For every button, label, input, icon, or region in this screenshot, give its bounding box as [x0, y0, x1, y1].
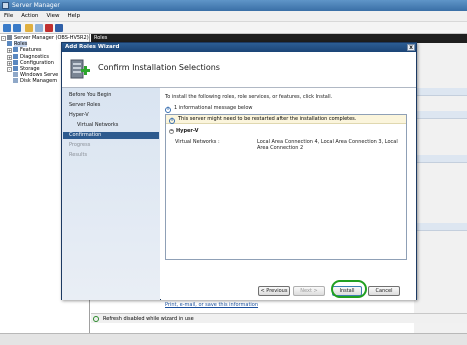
- instruction-text: To install the following roles, role ser…: [165, 94, 333, 100]
- wizard-step[interactable]: Confirmation: [63, 132, 159, 139]
- window-bottom-edge: [0, 333, 467, 345]
- back-arrow-icon[interactable]: [3, 24, 11, 32]
- wizard-step[interactable]: Server Roles: [69, 102, 100, 108]
- tree-item-label: Roles: [14, 41, 28, 48]
- refresh-icon: [93, 316, 99, 322]
- roles-summary-panel: [414, 43, 467, 333]
- confirmation-list[interactable]: i This server might need to be restarted …: [165, 114, 407, 260]
- wizard-step[interactable]: Virtual Networks: [77, 122, 118, 128]
- collapse-chevron-icon[interactable]: ^: [169, 129, 174, 134]
- tree-node-icon: [7, 35, 12, 40]
- info-icon: i: [169, 118, 175, 124]
- menu-bar: File Action View Help: [0, 11, 467, 22]
- tree-node-icon: [13, 72, 18, 78]
- forward-arrow-icon[interactable]: [13, 24, 21, 32]
- previous-button[interactable]: < Previous: [258, 286, 290, 296]
- tree-item-label: Disk Managem: [20, 78, 58, 85]
- help-icon[interactable]: [45, 24, 53, 32]
- toolbar: [0, 22, 467, 34]
- hyper-v-section-label: Hyper-V: [176, 128, 199, 134]
- info-icon: i: [165, 107, 171, 113]
- server-manager-titlebar: Server Manager: [0, 0, 467, 11]
- screen: Server Manager File Action View Help - Serve…: [0, 0, 467, 345]
- add-roles-wizard-dialog: Add Roles Wizard x Confirm Installation …: [61, 42, 417, 308]
- menu-action[interactable]: Action: [17, 11, 42, 22]
- tree-node-icon: [13, 59, 18, 65]
- install-highlight-ring: [331, 280, 367, 298]
- virtual-networks-value: Local Area Connection 4, Local Area Conn…: [257, 139, 398, 151]
- wizard-title: Add Roles Wizard: [65, 44, 120, 50]
- next-button[interactable]: Next >: [293, 286, 325, 296]
- close-icon[interactable]: x: [407, 44, 415, 51]
- info-message: i1 informational message below: [165, 105, 253, 113]
- show-hide-tree-icon[interactable]: [35, 24, 43, 32]
- wizard-step: Results: [69, 152, 88, 158]
- wizard-step[interactable]: Before You Begin: [69, 92, 111, 98]
- tree-item-label: Storage: [20, 66, 40, 73]
- tree-node-icon: [13, 53, 18, 59]
- hyper-v-section-heading[interactable]: ^ Hyper-V: [169, 128, 198, 134]
- wizard-step[interactable]: Hyper-V: [69, 112, 89, 118]
- tree-node-icon: [7, 41, 12, 47]
- tree-item-label: Diagnostics: [20, 53, 50, 60]
- wizard-step: Progress: [69, 142, 91, 148]
- server-manager-icon: [2, 2, 9, 9]
- wizard-titlebar: Add Roles Wizard x: [62, 43, 416, 52]
- virtual-networks-label: Virtual Networks :: [175, 139, 220, 145]
- wizard-steps-panel: Before You Begin Server Roles Hyper-V Virtu…: [62, 88, 160, 300]
- up-folder-icon[interactable]: [25, 24, 33, 32]
- status-bar: Refresh disabled while wizard in use: [91, 313, 467, 323]
- status-text: Refresh disabled while wizard in use: [103, 316, 194, 322]
- tree-item-label: Windows Serve: [20, 72, 59, 79]
- wizard-heading: Confirm Installation Selections: [98, 63, 220, 72]
- tree-node-icon: [13, 66, 18, 72]
- window-title: Server Manager: [12, 2, 60, 9]
- server-roles-icon: [70, 59, 90, 79]
- tree-item-label: Server Manager (OBS-HV5R2): [14, 35, 89, 41]
- tree-node-icon: [13, 78, 18, 84]
- tree-item-label: Configuration: [20, 59, 54, 66]
- properties-icon[interactable]: [55, 24, 63, 32]
- restart-warning-text: This server might need to be restarted a…: [178, 116, 357, 122]
- menu-help[interactable]: Help: [64, 11, 85, 22]
- print-email-save-link[interactable]: Print, e-mail, or save this information: [165, 302, 258, 308]
- info-message-text: 1 informational message below: [174, 105, 253, 111]
- menu-view[interactable]: View: [42, 11, 63, 22]
- wizard-content: To install the following roles, role ser…: [161, 88, 416, 308]
- restart-warning: i This server might need to be restarted …: [166, 115, 406, 124]
- menu-file[interactable]: File: [0, 11, 17, 22]
- tree-item-label: Features: [20, 47, 42, 54]
- cancel-button[interactable]: Cancel: [368, 286, 400, 296]
- wizard-header: Confirm Installation Selections: [62, 52, 416, 88]
- tree-node-icon: [13, 47, 18, 53]
